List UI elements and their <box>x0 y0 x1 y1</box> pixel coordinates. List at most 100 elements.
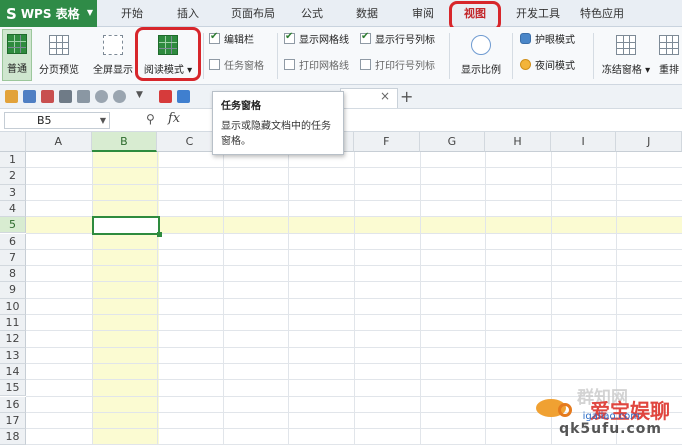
row-header-5[interactable]: 5 <box>0 217 26 234</box>
row-header-16[interactable]: 16 <box>0 396 26 413</box>
row-header-12[interactable]: 12 <box>0 331 26 348</box>
grid-hline <box>26 199 682 201</box>
row-header-3[interactable]: 3 <box>0 184 26 201</box>
normal-view-label: 普通 <box>7 64 27 75</box>
row-header-8[interactable]: 8 <box>0 266 26 283</box>
tab-developer[interactable]: 开发工具 <box>510 0 566 27</box>
show-headers-checkbox[interactable]: 显示行号列标 <box>360 30 435 46</box>
grid-hline <box>26 183 682 185</box>
freeze-icon <box>616 35 636 55</box>
row-header-4[interactable]: 4 <box>0 200 26 218</box>
grid-hline <box>26 248 682 250</box>
tab-data[interactable]: 数据 <box>347 0 387 27</box>
freeze-panes-label: 冻结窗格 ▾ <box>601 65 651 76</box>
column-header-b[interactable]: B <box>91 132 158 152</box>
tab-review[interactable]: 审阅 <box>403 0 443 27</box>
checkbox-checked-icon <box>360 31 371 44</box>
page-preview-label: 分页预览 <box>39 65 79 76</box>
row-header-10[interactable]: 10 <box>0 298 26 315</box>
row-header-11[interactable]: 11 <box>0 315 26 332</box>
checkbox-checked-icon <box>284 31 295 44</box>
task-pane-checkbox[interactable]: 任务窗格 <box>209 56 264 72</box>
column-header-i[interactable]: I <box>550 132 617 152</box>
print-gridlines-label: 打印网格线 <box>299 60 349 72</box>
eye-protection-button[interactable]: 护眼模式 <box>520 30 575 46</box>
column-header-f[interactable]: F <box>354 132 420 152</box>
rearrange-label: 重排 <box>659 65 679 76</box>
print-icon[interactable] <box>59 90 72 103</box>
chevron-down-icon[interactable]: ▼ <box>100 113 106 128</box>
watermark-sub: qk5ufu.com <box>559 421 662 437</box>
row-header-6[interactable]: 6 <box>0 233 26 250</box>
fullscreen-button[interactable]: 全屏显示 <box>88 29 138 81</box>
chevron-down-icon[interactable]: ▼ <box>136 90 149 103</box>
rearrange-button[interactable]: 重排 <box>656 29 682 81</box>
active-cell[interactable] <box>92 216 162 237</box>
checkbox-unchecked-icon <box>360 58 371 70</box>
function-icon[interactable]: fx <box>168 111 180 126</box>
close-icon[interactable]: × <box>380 89 390 103</box>
save-icon[interactable] <box>23 90 36 103</box>
open-folder-icon[interactable] <box>5 90 18 103</box>
show-gridlines-checkbox[interactable]: 显示网格线 <box>284 30 349 46</box>
circle-logo-icon <box>558 403 572 417</box>
column-header-j[interactable]: J <box>616 132 682 152</box>
row-header-1[interactable]: 1 <box>0 152 26 169</box>
fullscreen-icon <box>103 35 123 55</box>
normal-view-button[interactable]: 普通 <box>2 29 32 81</box>
redo-icon[interactable] <box>113 90 126 103</box>
night-mode-button[interactable]: 夜间模式 <box>520 56 575 72</box>
ribbon: 普通 分页预览 全屏显示 阅读模式 ▾ 编辑栏 任务窗格 显示网格线 打印网格线… <box>0 27 682 85</box>
select-all-corner[interactable] <box>0 132 26 152</box>
row-header-18[interactable]: 18 <box>0 429 26 445</box>
column-header-g[interactable]: G <box>419 132 486 152</box>
edit-bar-label: 编辑栏 <box>224 34 254 46</box>
wps-w-icon[interactable] <box>159 90 172 103</box>
menu-tab-bar: S WPS 表格 ▼ 开始 插入 页面布局 公式 数据 审阅 视图 开发工具 特… <box>0 0 682 27</box>
freeze-panes-button[interactable]: 冻结窗格 ▾ <box>598 29 654 81</box>
divider <box>449 33 450 79</box>
tooltip-body: 显示或隐藏文档中的任务窗格。 <box>221 121 331 147</box>
rearrange-icon <box>659 35 679 55</box>
row-header-7[interactable]: 7 <box>0 249 26 267</box>
divider <box>593 33 594 79</box>
show-headers-label: 显示行号列标 <box>375 34 435 46</box>
chevron-down-icon: ▼ <box>86 8 93 17</box>
row-header-15[interactable]: 15 <box>0 380 26 397</box>
name-box[interactable]: B5 ▼ <box>4 112 110 129</box>
tab-special[interactable]: 特色应用 <box>574 0 630 27</box>
tab-home[interactable]: 开始 <box>112 0 152 27</box>
zoom-label: 显示比例 <box>461 65 501 76</box>
eye-protection-label: 护眼模式 <box>535 34 575 46</box>
zoom-button[interactable]: 显示比例 <box>455 29 507 81</box>
print-headers-checkbox[interactable]: 打印行号列标 <box>360 56 435 72</box>
print-preview-icon[interactable] <box>77 90 90 103</box>
search-icon[interactable]: ⚲ <box>146 112 155 126</box>
grid-hline <box>26 281 682 283</box>
new-tab-button[interactable]: + <box>400 87 413 106</box>
tab-insert[interactable]: 插入 <box>168 0 208 27</box>
row-header-14[interactable]: 14 <box>0 363 26 381</box>
app-menu-button[interactable]: S WPS 表格 ▼ <box>0 0 97 27</box>
undo-icon[interactable] <box>95 90 108 103</box>
tooltip-title: 任务窗格 <box>221 101 261 112</box>
cube-icon[interactable] <box>177 90 190 103</box>
print-gridlines-checkbox[interactable]: 打印网格线 <box>284 56 349 72</box>
export-pdf-icon[interactable] <box>41 90 54 103</box>
column-header-a[interactable]: A <box>26 132 92 152</box>
grid-hline <box>26 346 682 348</box>
checkbox-unchecked-icon <box>209 58 220 70</box>
page-preview-button[interactable]: 分页预览 <box>34 29 84 81</box>
row-header-9[interactable]: 9 <box>0 282 26 299</box>
row-header-13[interactable]: 13 <box>0 347 26 364</box>
tab-page-layout[interactable]: 页面布局 <box>222 0 284 27</box>
tab-formulas[interactable]: 公式 <box>292 0 332 27</box>
grid-hline <box>26 297 682 299</box>
row-header-17[interactable]: 17 <box>0 412 26 430</box>
fill-handle[interactable] <box>157 232 162 237</box>
column-header-h[interactable]: H <box>485 132 551 152</box>
fullscreen-label: 全屏显示 <box>93 65 133 76</box>
edit-bar-checkbox[interactable]: 编辑栏 <box>209 30 254 46</box>
divider <box>277 33 278 79</box>
row-header-2[interactable]: 2 <box>0 168 26 185</box>
